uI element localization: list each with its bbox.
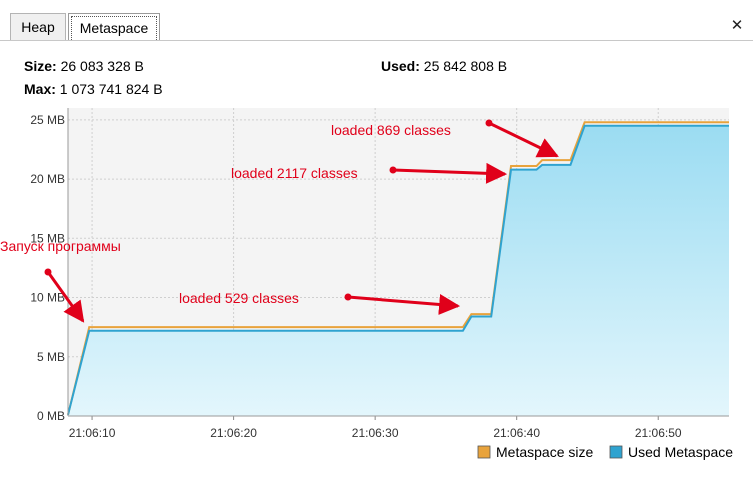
annotation-arrow-dot bbox=[389, 166, 397, 174]
tab-metaspace[interactable]: Metaspace bbox=[68, 13, 160, 40]
used-stat: Used: 25 842 808 B bbox=[381, 58, 507, 74]
size-stat: Size: 26 083 328 B bbox=[24, 58, 144, 74]
annotation-label: Запуск программы bbox=[0, 238, 121, 254]
x-tick-label: 21:06:20 bbox=[210, 426, 257, 440]
legend-label: Used Metaspace bbox=[628, 444, 733, 460]
used-label: Used: bbox=[381, 58, 420, 74]
x-tick-label: 21:06:50 bbox=[635, 426, 682, 440]
max-value: 1 073 741 824 B bbox=[59, 81, 163, 97]
max-stat: Max: 1 073 741 824 B bbox=[24, 81, 163, 97]
annotation-label: loaded 2117 classes bbox=[231, 165, 358, 181]
chart-svg: 0 MB5 MB10 MB15 MB20 MB25 MB21:06:10 21:0… bbox=[0, 108, 733, 460]
y-tick-label: 25 MB bbox=[30, 113, 65, 127]
tab-bar: Heap Metaspace ✕ bbox=[0, 0, 753, 41]
x-tick-label: 21:06:30 bbox=[352, 426, 399, 440]
legend-label: Metaspace size bbox=[496, 444, 593, 460]
legend-swatch bbox=[477, 445, 491, 459]
y-tick-label: 5 MB bbox=[37, 350, 65, 364]
metaspace-chart: 0 MB 5 MB 10 MB 15 MB 20 MB 25 MB 21:06:10 21:0… bbox=[0, 100, 753, 478]
annotation-arrow-dot bbox=[344, 293, 352, 301]
annotation-label: loaded 529 classes bbox=[179, 290, 299, 306]
x-tick-label: 21:06:10 bbox=[69, 426, 116, 440]
close-icon[interactable]: ✕ bbox=[730, 18, 744, 33]
tab-bar-divider bbox=[0, 40, 753, 41]
used-value: 25 842 808 B bbox=[423, 58, 508, 74]
size-value: 26 083 328 B bbox=[60, 58, 144, 74]
tab-heap[interactable]: Heap bbox=[10, 13, 66, 40]
annotation-label: loaded 869 classes bbox=[331, 122, 451, 138]
legend-swatch bbox=[609, 445, 623, 459]
tab-metaspace-label: Metaspace bbox=[71, 16, 157, 40]
annotation-arrow-dot bbox=[485, 119, 493, 127]
x-tick-label: 21:06:40 bbox=[493, 426, 540, 440]
size-label: Size: bbox=[24, 58, 57, 74]
max-label: Max: bbox=[24, 81, 56, 97]
y-tick-label: 20 MB bbox=[30, 172, 65, 186]
y-tick-label: 0 MB bbox=[37, 409, 65, 423]
annotation-arrow-dot bbox=[44, 268, 52, 276]
y-tick-label: 10 MB bbox=[30, 291, 65, 305]
